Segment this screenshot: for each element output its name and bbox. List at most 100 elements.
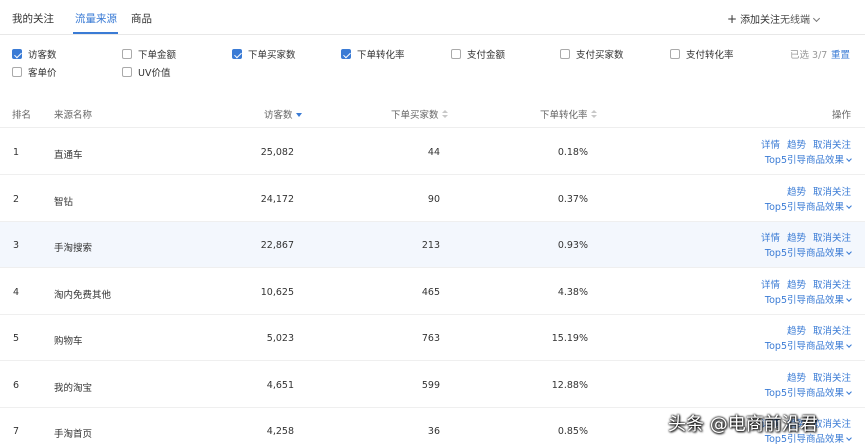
top5-label: Top5引导商品效果 — [764, 201, 844, 213]
cell-buyers: 763 — [421, 333, 440, 344]
filter-label: 客单价 — [28, 68, 57, 79]
header-conversion[interactable]: 下单转化率 — [540, 107, 597, 121]
trend-link[interactable]: 趋势 — [787, 373, 806, 384]
filter-checkbox[interactable]: 客单价 — [12, 65, 57, 79]
checkbox-unchecked-icon[interactable] — [12, 67, 22, 77]
filter-checkbox[interactable]: UV价值 — [122, 65, 170, 79]
chevron-down-icon — [846, 388, 852, 395]
cell-rank: 4 — [13, 286, 20, 298]
header-buyers-label: 下单买家数 — [391, 110, 439, 121]
unfollow-link[interactable]: 取消关注 — [813, 187, 851, 198]
header-visitors-label: 访客数 — [264, 110, 293, 121]
trend-link[interactable]: 趋势 — [787, 140, 806, 151]
checkbox-unchecked-icon[interactable] — [670, 49, 680, 59]
cell-conversion: 0.93% — [557, 240, 588, 251]
unfollow-link[interactable]: 取消关注 — [813, 140, 851, 151]
filter-label: 下单转化率 — [357, 50, 405, 61]
top5-label: Top5引导商品效果 — [764, 387, 844, 399]
trend-link[interactable]: 趋势 — [787, 233, 806, 244]
unfollow-link[interactable]: 取消关注 — [813, 419, 851, 430]
cell-conversion: 15.19% — [551, 333, 588, 344]
filter-label: 支付金额 — [467, 50, 506, 61]
cell-visitors: 10,625 — [260, 286, 294, 298]
header-buyers[interactable]: 下单买家数 — [391, 107, 448, 121]
row-actions: 详情 趋势 取消关注 Top5引导商品效果 — [754, 231, 852, 261]
reset-button[interactable]: 重置 — [831, 47, 850, 61]
row-actions: 趋势 取消关注 Top5引导商品效果 — [764, 371, 852, 401]
filter-checkbox[interactable]: 支付买家数 — [560, 47, 624, 61]
detail-link[interactable]: 详情 — [761, 280, 780, 291]
cell-visitors: 5,023 — [266, 333, 294, 344]
unfollow-link[interactable]: 取消关注 — [813, 326, 851, 337]
top-bar: 我的关注 流量来源 商品 + 添加关注 无线端 — [0, 0, 865, 35]
table-row: 4 淘内免费其他 10,625 465 4.38% 详情 趋势 取消关注 Top5引导商品效果 — [0, 269, 865, 315]
top5-label: Top5引导商品效果 — [764, 155, 844, 166]
unfollow-link[interactable]: 取消关注 — [813, 280, 851, 291]
chevron-down-icon — [846, 249, 852, 255]
chevron-down-icon — [846, 435, 852, 441]
trend-link[interactable]: 趋势 — [787, 187, 806, 198]
device-label: 无线端 — [780, 15, 810, 26]
cell-source: 购物车 — [54, 336, 83, 347]
checkbox-unchecked-icon[interactable] — [451, 49, 461, 59]
filter-checkbox[interactable]: 下单买家数 — [232, 47, 296, 61]
top5-products-dropdown[interactable]: Top5引导商品效果 — [764, 339, 852, 354]
filter-label: 访客数 — [28, 50, 57, 61]
trend-link[interactable]: 趋势 — [787, 280, 806, 291]
filter-checkbox[interactable]: 访客数 — [12, 47, 57, 61]
unfollow-link[interactable]: 取消关注 — [813, 233, 851, 244]
unfollow-link[interactable]: 取消关注 — [813, 373, 851, 384]
cell-visitors: 25,082 — [260, 147, 294, 158]
filter-label: 下单买家数 — [248, 50, 296, 61]
checkbox-unchecked-icon[interactable] — [560, 49, 570, 59]
header-conversion-label: 下单转化率 — [540, 110, 588, 121]
filter-checkbox[interactable]: 下单转化率 — [341, 47, 405, 61]
cell-visitors: 4,258 — [266, 426, 294, 437]
top5-products-dropdown[interactable]: Top5引导商品效果 — [754, 153, 852, 168]
trend-link[interactable]: 趋势 — [787, 326, 806, 337]
top5-label: Top5引导商品效果 — [764, 294, 844, 306]
cell-visitors: 4,651 — [266, 379, 294, 391]
filter-checkbox[interactable]: 支付转化率 — [670, 47, 734, 61]
cell-conversion: 4.38% — [557, 286, 588, 298]
watermark: 头条 @电商前沿君 — [668, 414, 818, 435]
table-row: 5 购物车 5,023 763 15.19% 趋势 取消关注 Top5引导商品效果 — [0, 315, 865, 361]
cell-conversion: 0.85% — [557, 426, 588, 437]
top5-products-dropdown[interactable]: Top5引导商品效果 — [764, 200, 852, 215]
tab-my-follow[interactable]: 我的关注 — [12, 11, 54, 26]
table-row: 2 智钻 24,172 90 0.37% 趋势 取消关注 Top5引导商品效果 — [0, 176, 865, 222]
filter-label: 下单金额 — [138, 50, 177, 61]
checkbox-unchecked-icon[interactable] — [122, 49, 132, 59]
cell-buyers: 36 — [427, 426, 440, 437]
checkbox-unchecked-icon[interactable] — [122, 67, 132, 77]
tab-traffic-source[interactable]: 流量来源 — [75, 11, 117, 26]
cell-rank: 5 — [13, 333, 20, 344]
sort-icon — [441, 110, 448, 119]
row-actions: 趋势 取消关注 Top5引导商品效果 — [764, 324, 852, 354]
checkbox-checked-icon[interactable] — [12, 49, 22, 59]
header-visitors[interactable]: 访客数 — [264, 107, 302, 121]
checkbox-checked-icon[interactable] — [341, 49, 351, 59]
filter-checkbox[interactable]: 下单金额 — [122, 47, 176, 61]
filter-label: 支付买家数 — [576, 50, 624, 61]
filter-label: 支付转化率 — [686, 50, 734, 61]
detail-link[interactable]: 详情 — [761, 140, 780, 151]
cell-buyers: 465 — [421, 286, 440, 298]
cell-visitors: 22,867 — [260, 240, 294, 251]
top5-products-dropdown[interactable]: Top5引导商品效果 — [764, 386, 852, 401]
chevron-down-icon — [846, 342, 852, 348]
add-follow-button[interactable]: + 添加关注 — [727, 11, 780, 26]
top5-products-dropdown[interactable]: Top5引导商品效果 — [754, 293, 852, 308]
top5-products-dropdown[interactable]: Top5引导商品效果 — [754, 246, 852, 261]
tab-products[interactable]: 商品 — [131, 11, 152, 26]
sort-desc-icon — [295, 113, 302, 117]
device-select[interactable]: 无线端 — [780, 11, 821, 26]
cell-source: 我的淘宝 — [54, 382, 93, 394]
top5-label: Top5引导商品效果 — [764, 341, 844, 352]
checkbox-checked-icon[interactable] — [232, 49, 242, 59]
detail-link[interactable]: 详情 — [761, 233, 780, 244]
chevron-down-icon — [846, 202, 852, 209]
header-action: 操作 — [831, 110, 851, 121]
filter-checkbox[interactable]: 支付金额 — [451, 47, 505, 61]
cell-conversion: 0.37% — [557, 193, 588, 205]
